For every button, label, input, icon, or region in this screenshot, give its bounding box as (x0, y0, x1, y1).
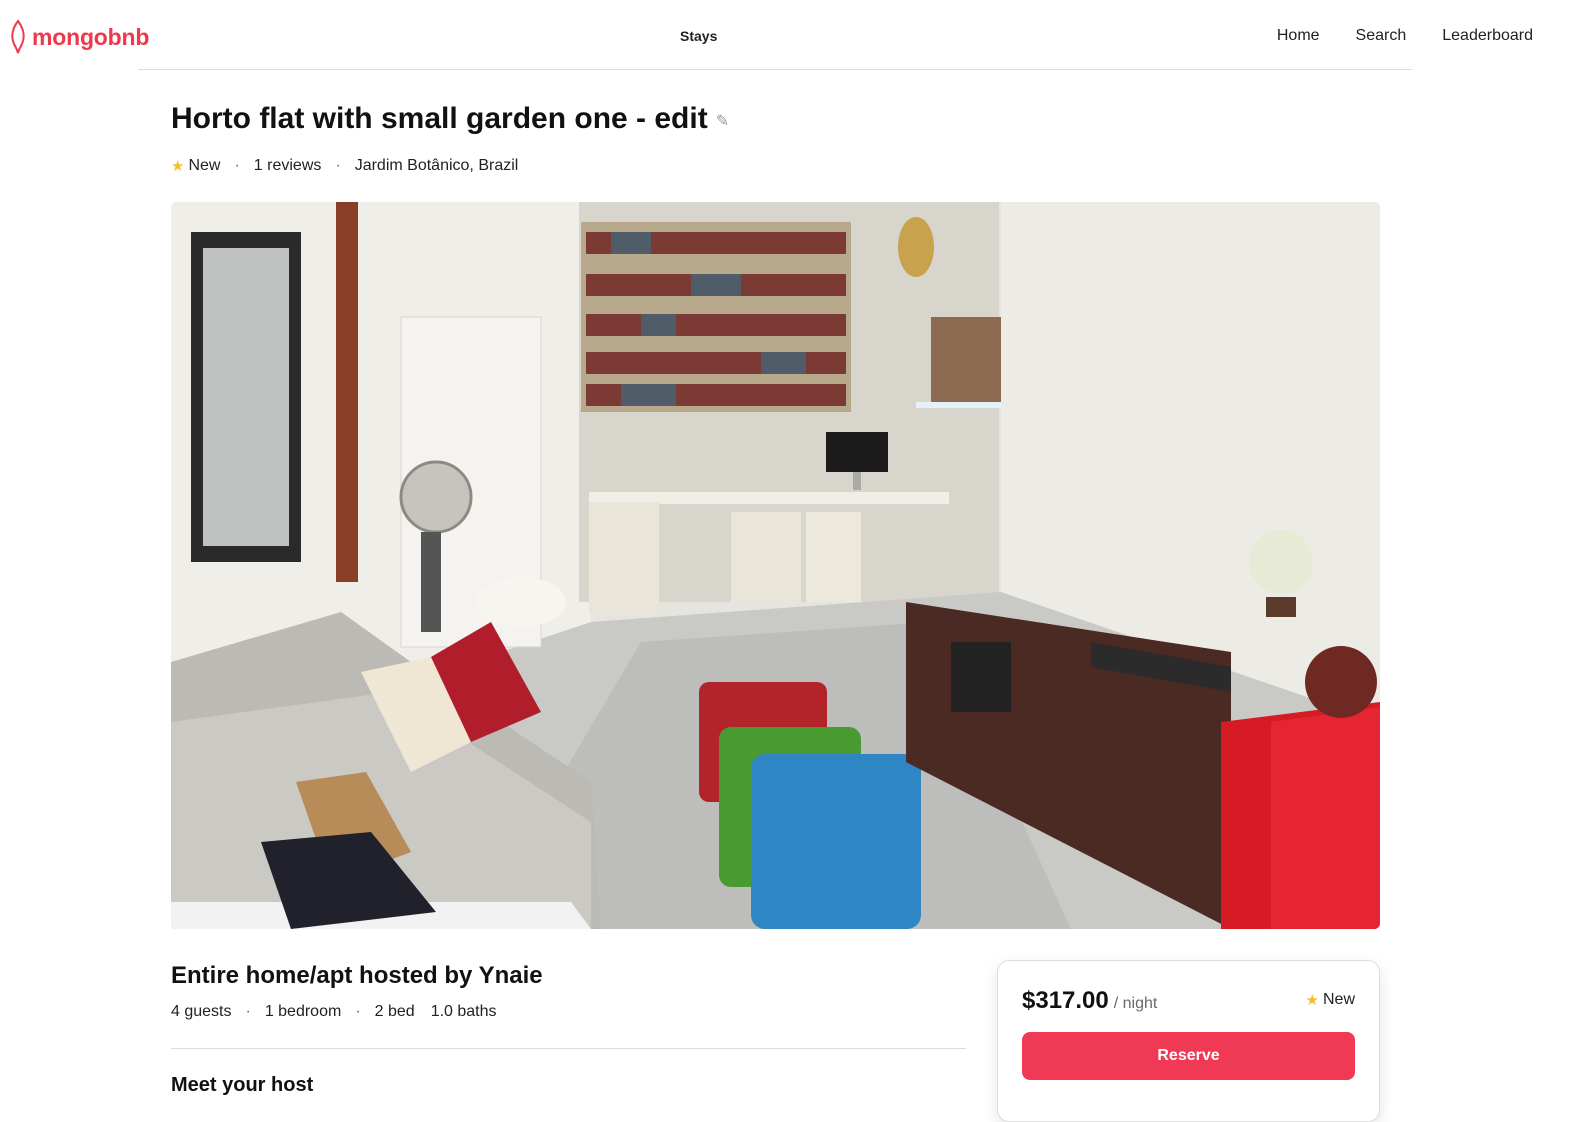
listing-meta: ★ New · 1 reviews · Jardim Botânico, Bra… (171, 157, 518, 175)
section-divider (171, 1048, 966, 1049)
beds-count: 2 bed (374, 1003, 415, 1020)
host-title: Entire home/apt hosted by Ynaie (171, 962, 543, 989)
header-divider (138, 69, 1412, 70)
card-rating: ★ New (1306, 991, 1355, 1009)
leaf-icon (11, 20, 25, 54)
brand-name: mongobnb (32, 23, 150, 50)
top-nav: Home Search Leaderboard (1277, 27, 1533, 45)
nav-home-link[interactable]: Home (1277, 27, 1320, 45)
separator-dot: · (355, 1003, 361, 1020)
separator-dot: · (234, 157, 240, 174)
top-header: mongobnb Stays Home Search Leaderboard (0, 0, 1578, 70)
brand-logo[interactable]: mongobnb (10, 20, 149, 54)
guests-count: 4 guests (171, 1003, 232, 1020)
nav-search-link[interactable]: Search (1356, 27, 1407, 45)
star-icon: ★ (1305, 992, 1319, 1009)
pencil-icon[interactable]: ✎ (716, 111, 729, 131)
reserve-button[interactable]: Reserve (1022, 1032, 1355, 1080)
listing-title: Horto flat with small garden one - edit … (171, 102, 729, 136)
listing-photo (171, 202, 1380, 929)
per-night-label: / night (1113, 995, 1158, 1012)
listing-title-text: Horto flat with small garden one - edit (171, 102, 708, 135)
star-icon: ★ (171, 158, 185, 175)
card-rating-label: New (1322, 991, 1355, 1008)
listing-location: Jardim Botânico, Brazil (354, 157, 519, 174)
baths-count: 1.0 baths (430, 1003, 497, 1020)
bedrooms-count: 1 bedroom (264, 1003, 342, 1020)
booking-card: $317.00 / night ★ New Reserve (997, 960, 1380, 1122)
price-row: $317.00 / night (1022, 987, 1157, 1015)
separator-dot: · (335, 157, 341, 174)
nav-leaderboard-link[interactable]: Leaderboard (1442, 27, 1533, 45)
nightly-price: $317.00 (1022, 987, 1109, 1014)
separator-dot: · (245, 1003, 251, 1020)
reviews-count: 1 reviews (253, 157, 322, 174)
listing-features: 4 guests · 1 bedroom · 2 bed 1.0 baths (171, 1003, 497, 1021)
living-room-image (171, 202, 1380, 929)
stays-tab[interactable]: Stays (680, 28, 717, 44)
meet-host-heading: Meet your host (171, 1074, 314, 1096)
rating-label: New (188, 157, 221, 174)
